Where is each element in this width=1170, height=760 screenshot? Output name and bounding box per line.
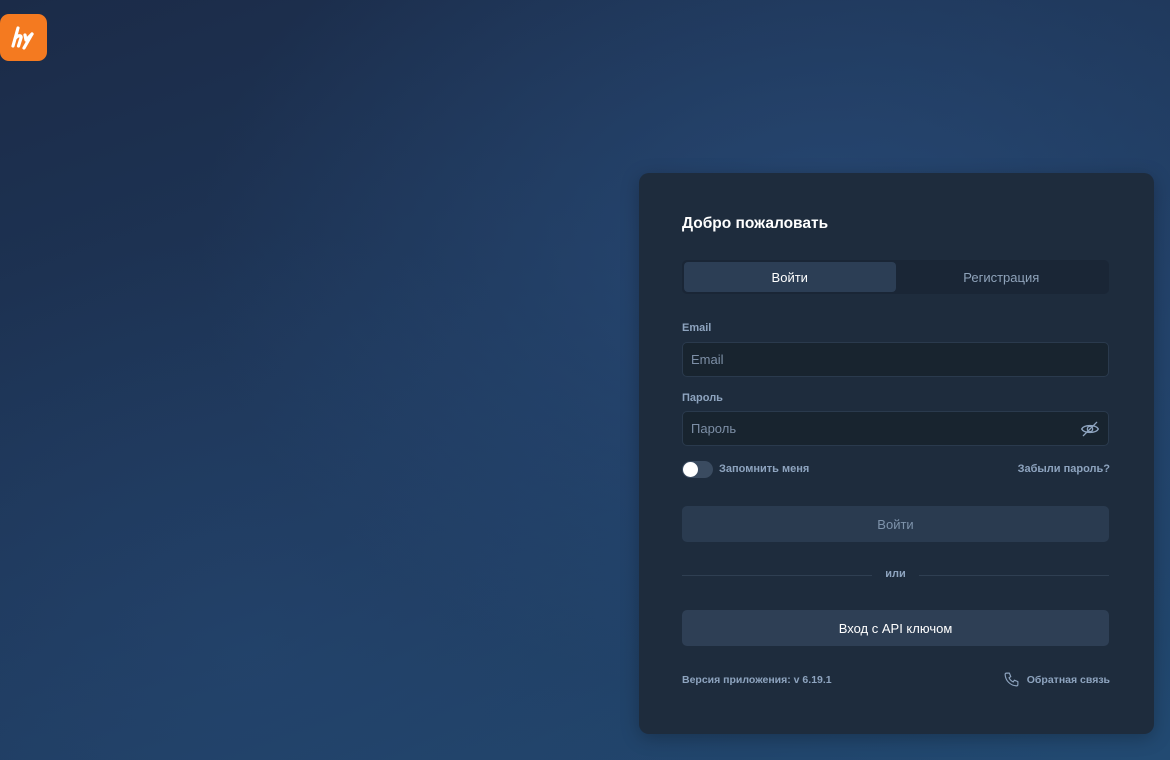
brand-logo[interactable]: [0, 14, 47, 61]
auth-tabs: Войти Регистрация: [682, 260, 1109, 294]
card-title: Добро пожаловать: [682, 215, 829, 232]
eye-off-icon[interactable]: [1080, 419, 1100, 439]
toggle-knob: [683, 462, 698, 477]
password-field-wrapper: [682, 411, 1109, 446]
login-button[interactable]: Войти: [682, 506, 1109, 542]
remember-toggle[interactable]: [682, 461, 713, 478]
phone-icon: [1004, 672, 1019, 687]
forgot-password-link[interactable]: Забыли пароль?: [1018, 463, 1110, 475]
tab-register[interactable]: Регистрация: [896, 262, 1108, 292]
remember-label: Запомнить меня: [719, 463, 810, 475]
tab-login[interactable]: Войти: [684, 262, 896, 292]
email-field-wrapper: [682, 342, 1109, 377]
app-version: Версия приложения: v 6.19.1: [682, 674, 832, 686]
feedback-label: Обратная связь: [1026, 673, 1110, 686]
email-input[interactable]: [683, 343, 1108, 376]
or-text: или: [885, 568, 906, 580]
api-key-login-button[interactable]: Вход с API ключом: [682, 610, 1109, 646]
feedback-link[interactable]: Обратная связь: [1003, 671, 1110, 688]
brand-logo-icon: [10, 25, 34, 50]
login-card: Добро пожаловать Войти Регистрация Email…: [639, 173, 1154, 734]
password-label: Пароль: [682, 392, 723, 404]
password-input[interactable]: [683, 412, 1108, 445]
divider-line-right: [919, 575, 1109, 576]
or-divider: или: [682, 567, 1109, 583]
email-label: Email: [682, 322, 712, 334]
